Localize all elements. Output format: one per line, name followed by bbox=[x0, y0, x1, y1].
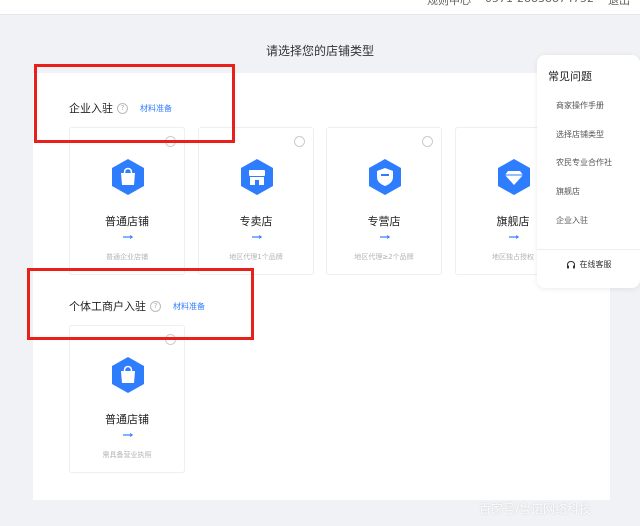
arrow-right-icon bbox=[123, 235, 133, 239]
enterprise-section-header: 企业入驻 ? 材料准备 bbox=[69, 100, 172, 116]
enterprise-section-title: 企业入驻 bbox=[69, 102, 113, 115]
store-card-name: 专营店 bbox=[367, 215, 401, 228]
store-card-desc: 需具备营业执照 bbox=[102, 451, 152, 459]
store-card-enterprise-regular[interactable]: 普通店铺 普通企业店铺 bbox=[69, 127, 185, 275]
store-card-name: 普通店铺 bbox=[105, 215, 149, 228]
customer-service-label: 在线客服 bbox=[579, 260, 612, 269]
question-circle-icon[interactable]: ? bbox=[117, 102, 128, 114]
faq-panel: 常见问题 商家操作手册 选择店铺类型 农民专业合作社 旗舰店 企业入驻 在线客服 bbox=[537, 55, 640, 288]
logout-link[interactable]: 退出 bbox=[608, 0, 630, 8]
arrow-right-icon bbox=[509, 235, 519, 239]
bag-icon bbox=[112, 159, 144, 195]
customer-service-button[interactable]: 在线客服 bbox=[537, 249, 640, 270]
phone-number: 0571-28838874752 bbox=[485, 0, 594, 8]
faq-item[interactable]: 旗舰店 bbox=[556, 186, 580, 197]
select-radio[interactable] bbox=[165, 136, 176, 147]
store-card-individual-regular[interactable]: 普通店铺 需具备营业执照 bbox=[69, 325, 185, 473]
individual-materials-link[interactable]: 材料准备 bbox=[173, 301, 205, 312]
shield-icon bbox=[369, 159, 401, 195]
watermark: 百家号/鲁诺网络科技 bbox=[479, 502, 592, 516]
store-card-desc: 普通企业店铺 bbox=[106, 253, 148, 261]
top-bar-links: 规则中心 0571-28838874752 退出 bbox=[427, 0, 630, 8]
faq-item[interactable]: 农民专业合作社 bbox=[556, 157, 612, 168]
diamond-icon bbox=[498, 159, 530, 195]
store-card-name: 专卖店 bbox=[239, 215, 273, 228]
select-radio[interactable] bbox=[294, 136, 305, 147]
select-radio[interactable] bbox=[422, 136, 433, 147]
select-radio[interactable] bbox=[165, 334, 176, 345]
faq-item[interactable]: 企业入驻 bbox=[556, 215, 588, 226]
individual-section-header: 个体工商户入驻 ? 材料准备 bbox=[69, 298, 205, 314]
store-card-name: 普通店铺 bbox=[105, 413, 149, 426]
store-card-exclusive[interactable]: 专卖店 地区代理1个品牌 bbox=[198, 127, 314, 275]
faq-item[interactable]: 选择店铺类型 bbox=[556, 129, 604, 140]
individual-section-title: 个体工商户入驻 bbox=[69, 300, 146, 313]
rules-center-link[interactable]: 规则中心 bbox=[427, 0, 471, 8]
arrow-right-icon bbox=[252, 235, 262, 239]
faq-item[interactable]: 商家操作手册 bbox=[556, 100, 604, 111]
question-circle-icon[interactable]: ? bbox=[150, 300, 161, 312]
top-bar: 规则中心 0571-28838874752 退出 bbox=[0, 0, 640, 15]
enterprise-materials-link[interactable]: 材料准备 bbox=[140, 103, 172, 114]
store-card-specialty[interactable]: 专营店 地区代理≥2个品牌 bbox=[326, 127, 442, 275]
store-icon bbox=[241, 159, 273, 195]
faq-title: 常见问题 bbox=[548, 70, 592, 83]
arrow-right-icon bbox=[380, 235, 390, 239]
headset-icon bbox=[566, 260, 575, 268]
store-card-desc: 地区代理1个品牌 bbox=[229, 253, 283, 261]
store-card-desc: 地区代理≥2个品牌 bbox=[354, 253, 414, 261]
arrow-right-icon bbox=[123, 433, 133, 437]
bag-icon bbox=[112, 357, 144, 393]
